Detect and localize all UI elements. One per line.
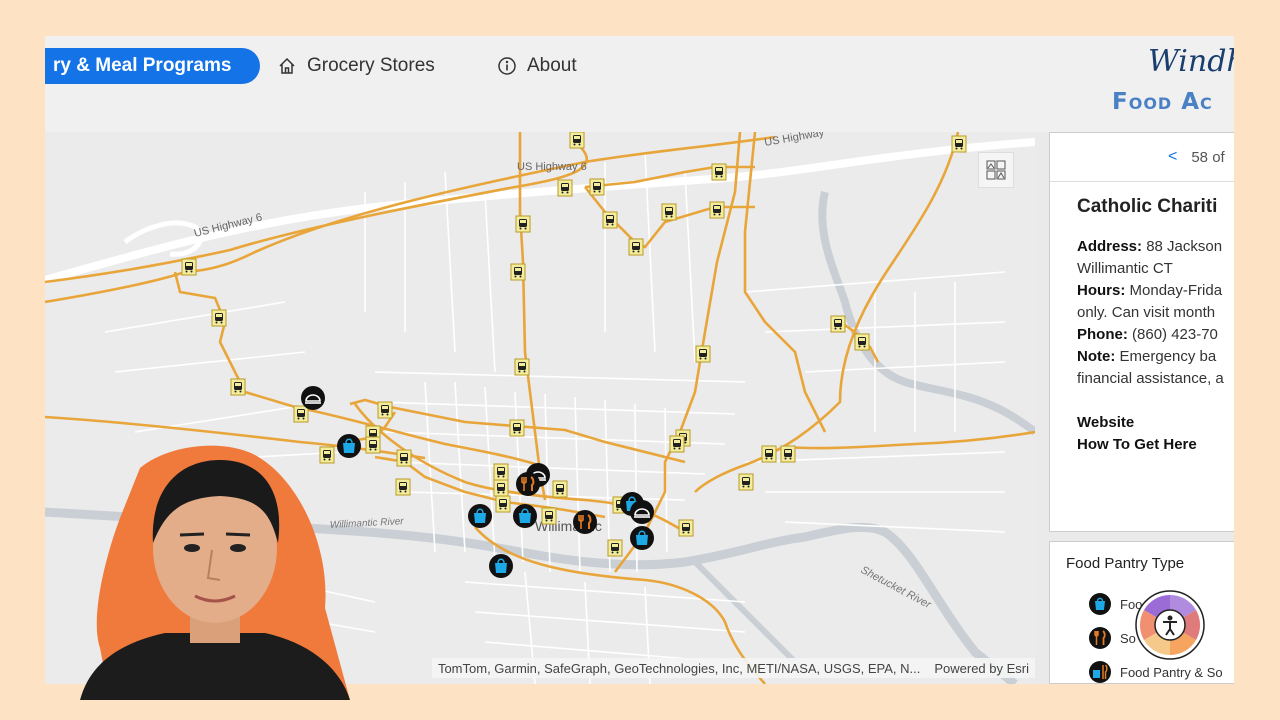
bus-stop-icon[interactable] [669, 435, 685, 453]
bus-stop-icon[interactable] [377, 401, 393, 419]
pager: < 58 of [1050, 133, 1234, 182]
bus-stop-icon[interactable] [678, 519, 694, 537]
bus-stop-icon[interactable] [695, 345, 711, 363]
soup-kitchen-pin-icon[interactable] [573, 510, 597, 534]
place-title: Catholic Chariti [1077, 196, 1218, 217]
bus-stop-icon[interactable] [514, 358, 530, 376]
bus-stop-icon[interactable] [854, 333, 870, 351]
brand-title: Windh [1148, 44, 1234, 79]
note-value: Emergency ba [1115, 348, 1217, 365]
soup-kitchen-pin-icon[interactable] [516, 472, 540, 496]
pager-count: 58 of [1191, 148, 1225, 166]
hours-line: Hours: Monday-Frida [1077, 280, 1234, 302]
bus-stop-icon[interactable] [552, 480, 568, 498]
bus-stop-icon[interactable] [628, 238, 644, 256]
tab-grocery-stores[interactable]: Grocery Stores [277, 48, 435, 84]
accessibility-widget-icon[interactable] [1133, 588, 1207, 662]
bus-stop-icon[interactable] [493, 463, 509, 481]
river [692, 559, 808, 675]
tab-label: ry & Meal Programs [53, 55, 232, 76]
bus-stop-icon[interactable] [761, 445, 777, 463]
road-label: US Highway [763, 132, 825, 149]
food-pantry-pin-icon[interactable] [468, 504, 492, 528]
bus-stop-icon[interactable] [495, 495, 511, 513]
food-pantry-pin-icon[interactable] [513, 504, 537, 528]
note-line-2: financial assistance, a [1077, 370, 1224, 387]
bus-stop-icon[interactable] [509, 419, 525, 437]
legend-item-pantry-and-soup: Food Pantry & So [1088, 660, 1223, 683]
food-pantry-icon [1089, 593, 1111, 615]
website-link[interactable]: Website [1077, 412, 1234, 434]
bus-stop-icon[interactable] [830, 315, 846, 333]
home-icon [279, 57, 295, 74]
phone-label: Phone: [1077, 326, 1128, 343]
header: ry & Meal Programs Grocery Stores About … [45, 36, 1234, 132]
tab-about[interactable]: About [497, 48, 577, 84]
bus-stop-icon[interactable] [541, 507, 557, 525]
bus-stop-icon[interactable] [569, 132, 585, 149]
bus-stop-icon[interactable] [780, 445, 796, 463]
directions-link[interactable]: How To Get Here [1077, 434, 1234, 456]
tab-pantry-meal-programs[interactable]: ry & Meal Programs [45, 48, 260, 84]
legend-title: Food Pantry Type [1066, 555, 1185, 572]
road-label: US Highway 6 [517, 161, 587, 173]
food-pantry-pin-icon[interactable] [489, 554, 513, 578]
map-attribution: TomTom, Garmin, SafeGraph, GeoTechnologi… [431, 658, 1035, 678]
presenter-photo [80, 445, 350, 700]
meal-program-pin-icon[interactable] [301, 386, 325, 410]
bus-stop-icon[interactable] [493, 479, 509, 497]
attribution-text: TomTom, Garmin, SafeGraph, GeoTechnologi… [437, 660, 921, 676]
address-line-2: Willimantic CT [1077, 260, 1173, 277]
bus-stop-icon[interactable] [181, 258, 197, 276]
address-value: 88 Jackson [1142, 238, 1223, 255]
panel-links: Website How To Get Here [1077, 412, 1234, 456]
bus-stop-icon[interactable] [365, 436, 381, 454]
address-label: Address: [1077, 238, 1143, 255]
details-panel: < 58 of Catholic Chariti Address: 88 Jac… [1049, 132, 1234, 532]
info-icon [498, 57, 516, 75]
hours-label: Hours: [1077, 282, 1126, 299]
legend-item-soup-kitchen: So [1088, 626, 1136, 650]
soup-kitchen-icon [1089, 627, 1111, 649]
bus-stop-icon[interactable] [515, 215, 531, 233]
bus-stop-icon[interactable] [557, 179, 573, 197]
bus-stop-icon[interactable] [661, 203, 677, 221]
tab-label: Grocery Stores [307, 55, 435, 76]
bus-stop-icon[interactable] [293, 405, 309, 423]
hours-line-2: only. Can visit month [1077, 304, 1216, 321]
food-pantry-pin-icon[interactable] [630, 526, 654, 550]
legend-label: Food Pantry & So [1120, 664, 1223, 680]
bus-stop-icon[interactable] [607, 539, 623, 557]
bus-stop-icon[interactable] [738, 473, 754, 491]
bus-stop-icon[interactable] [395, 478, 411, 496]
river [818, 191, 1035, 436]
bus-stop-icon[interactable] [711, 163, 727, 181]
bus-stop-icon[interactable] [602, 211, 618, 229]
bus-stop-icon[interactable] [510, 263, 526, 281]
pantry-and-soup-icon [1089, 661, 1111, 683]
bus-stop-icon[interactable] [396, 449, 412, 467]
brand-subtitle: Food Ac [1112, 89, 1213, 115]
bus-stop-icon[interactable] [230, 378, 246, 396]
bus-stop-icon[interactable] [951, 135, 967, 153]
note-line: Note: Emergency ba [1077, 346, 1234, 368]
bus-stop-icon[interactable] [589, 178, 605, 196]
phone-line: Phone: (860) 423-70 [1077, 324, 1234, 346]
previous-button[interactable]: < [1168, 148, 1177, 166]
basemap-gallery-icon [986, 160, 1006, 180]
powered-by-link[interactable]: Powered by Esri [934, 661, 1029, 676]
phone-value: (860) 423-70 [1127, 326, 1218, 343]
hours-value: Monday-Frida [1125, 282, 1223, 299]
place-details: Address: 88 Jackson Willimantic CT Hours… [1050, 236, 1234, 390]
bus-stop-icon[interactable] [211, 309, 227, 327]
tab-label: About [527, 55, 577, 76]
note-label: Note: [1077, 348, 1116, 365]
bus-stop-icon[interactable] [709, 201, 725, 219]
address-line: Address: 88 Jackson [1077, 236, 1234, 258]
meal-program-pin-icon[interactable] [630, 500, 654, 524]
layer-toggle-button[interactable] [978, 152, 1014, 188]
